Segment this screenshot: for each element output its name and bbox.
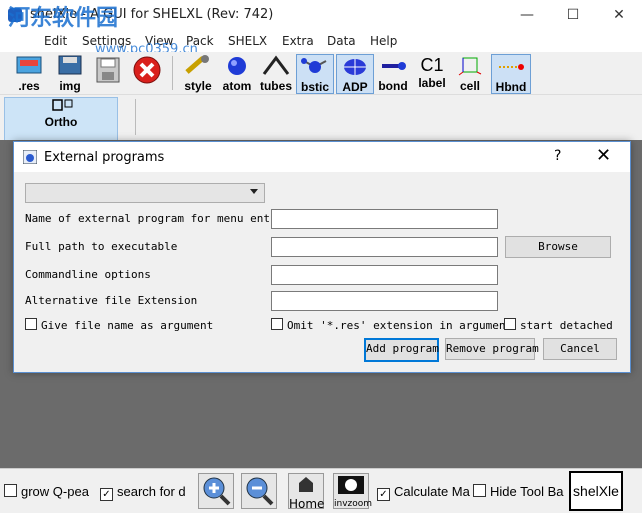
invzoom-icon	[338, 476, 364, 494]
floppy-icon	[96, 57, 120, 83]
extension-label: Alternative file Extension	[25, 294, 198, 307]
zoom-out-icon	[246, 477, 274, 506]
calculate-checkbox[interactable]: ✓ Calculate Ma	[377, 484, 470, 501]
ortho-button[interactable]: Ortho	[4, 97, 118, 141]
hbond-icon	[499, 64, 524, 70]
checkbox-box	[4, 484, 17, 497]
extension-input[interactable]	[271, 291, 498, 311]
bond-button[interactable]: bond	[375, 54, 411, 93]
checkbox-box	[504, 318, 516, 330]
home-icon	[299, 477, 313, 492]
save-image-button[interactable]: img	[52, 54, 88, 93]
label-button[interactable]: C1 label	[414, 54, 450, 92]
dialog-title: External programs	[44, 150, 165, 165]
dialog-title-bar: External programs ? ✕	[14, 142, 630, 172]
start-detached-checkbox[interactable]: start detached	[504, 318, 613, 332]
stop-icon	[133, 56, 161, 84]
adp-button[interactable]: ADP	[336, 54, 374, 94]
external-programs-dialog: External programs ? ✕ Name of external p…	[13, 141, 631, 373]
cmdline-input[interactable]	[271, 265, 498, 285]
hide-toolbar-checkbox[interactable]: Hide Tool Ba	[473, 484, 563, 499]
checkbox-box	[473, 484, 486, 497]
toolbar-separator	[135, 99, 136, 135]
program-select[interactable]	[25, 183, 265, 203]
watermark-logo: 河东软件园	[8, 5, 119, 31]
close-button[interactable]: ✕	[596, 0, 642, 30]
menu-edit[interactable]: Edit	[44, 34, 67, 48]
menu-data[interactable]: Data	[327, 34, 356, 48]
add-program-button[interactable]: Add program	[364, 338, 439, 362]
open-res-button[interactable]: .res	[10, 54, 48, 93]
view-toolbar: Ortho	[0, 95, 642, 141]
remove-program-button[interactable]: Remove program	[445, 338, 539, 360]
dialog-close-button[interactable]: ✕	[596, 145, 611, 166]
home-button[interactable]: Home	[288, 473, 324, 511]
style-button[interactable]: style	[180, 54, 216, 93]
atom-button[interactable]: atom	[219, 54, 255, 93]
adp-ellipsoid-icon	[344, 59, 366, 75]
checkbox-box	[271, 318, 283, 330]
floppy-image-icon	[58, 55, 82, 75]
zoom-in-button[interactable]	[198, 473, 234, 509]
cmdline-label: Commandline options	[25, 268, 151, 281]
browse-button[interactable]: Browse	[505, 236, 611, 258]
search-checkbox[interactable]: ✓ search for d	[100, 484, 186, 501]
stop-button[interactable]	[130, 54, 164, 92]
shelxle-button[interactable]: shelXle	[569, 471, 623, 511]
style-wrench-icon	[185, 55, 209, 74]
menu-extra[interactable]: Extra	[282, 34, 314, 48]
minimize-button[interactable]: —	[504, 0, 550, 30]
zoom-in-icon	[203, 477, 231, 506]
path-input[interactable]	[271, 237, 498, 257]
dialog-app-icon	[23, 150, 37, 164]
path-label: Full path to executable	[25, 240, 178, 253]
help-button[interactable]: ?	[554, 148, 561, 164]
ortho-view-icon	[52, 99, 73, 111]
program-name-input[interactable]	[271, 209, 498, 229]
maximize-button[interactable]: ☐	[550, 0, 596, 30]
menu-shelx[interactable]: SHELX	[228, 34, 267, 48]
invzoom-button[interactable]: invzoom	[333, 473, 372, 509]
grow-q-peaks-checkbox[interactable]: grow Q-pea	[4, 484, 89, 499]
checkbox-checked: ✓	[100, 488, 113, 501]
checkbox-box	[25, 318, 37, 330]
main-toolbar: .res img style atom tubes bstic ADP bond…	[0, 52, 642, 95]
label-icon: C1	[420, 55, 444, 75]
unit-cell-icon	[458, 57, 482, 76]
ball-stick-icon	[301, 58, 327, 73]
omit-res-checkbox[interactable]: Omit '*.res' extension in argument	[271, 318, 512, 332]
give-filename-checkbox[interactable]: Give file name as argument	[25, 318, 213, 332]
program-name-label: Name of external program for menu entry:	[25, 212, 290, 225]
save-button[interactable]	[92, 54, 124, 92]
dialog-body: Name of external program for menu entry:…	[14, 172, 630, 372]
hbnd-button[interactable]: Hbnd	[491, 54, 531, 94]
zoom-out-button[interactable]	[241, 473, 277, 509]
open-file-icon	[16, 56, 42, 74]
bond-icon	[382, 62, 406, 70]
cell-button[interactable]: cell	[452, 54, 488, 93]
tubes-button[interactable]: tubes	[258, 54, 294, 93]
cancel-button[interactable]: Cancel	[543, 338, 617, 360]
chevron-down-icon	[250, 189, 258, 194]
tubes-icon	[262, 55, 290, 75]
bottom-toolbar: grow Q-pea ✓ search for d Home invzoom ✓ C…	[0, 468, 642, 513]
bstic-button[interactable]: bstic	[296, 54, 334, 94]
atom-sphere-icon	[228, 57, 246, 75]
checkbox-checked: ✓	[377, 488, 390, 501]
menu-help[interactable]: Help	[370, 34, 397, 48]
window-title-bar: shelXle - A GUI for SHELXL (Rev: 742) 河东…	[0, 0, 642, 31]
toolbar-separator	[172, 56, 173, 90]
